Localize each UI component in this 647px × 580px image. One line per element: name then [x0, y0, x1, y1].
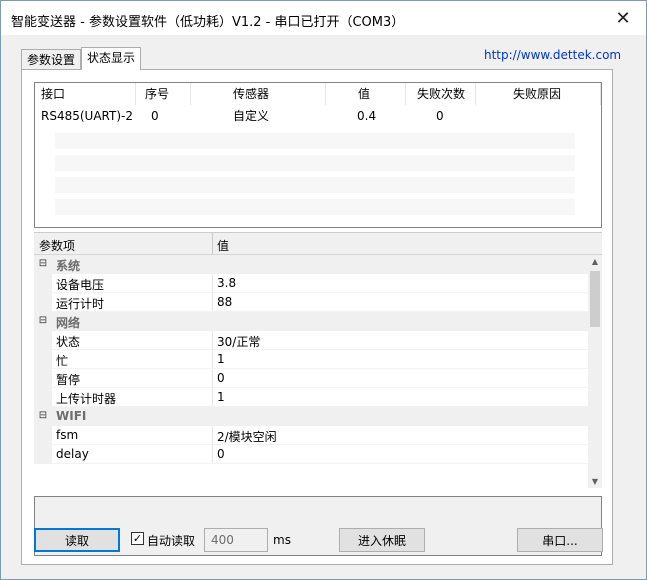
property-grid-scrollbar[interactable]: ▲ ▼	[588, 255, 602, 488]
tab-status-display[interactable]: 状态显示	[81, 47, 142, 70]
property-row[interactable]: 运行计时 88	[34, 293, 588, 312]
col-sensor[interactable]: 传感器	[233, 83, 269, 105]
tab-param-settings[interactable]: 参数设置	[21, 49, 82, 71]
property-row[interactable]: 设备电压 3.8	[34, 274, 588, 293]
collapse-icon[interactable]: ⊟	[38, 316, 48, 326]
auto-read-label[interactable]: 自动读取	[147, 532, 195, 549]
category-name: WIFI	[56, 409, 87, 423]
category-name: 网络	[56, 316, 81, 330]
property-row[interactable]: 状态 30/正常	[34, 331, 588, 350]
category-name: 系统	[56, 259, 81, 273]
property-grid: 参数项 值 ⊟ 系统 设备电压 3.8 运行计时 88 ⊟ 网络 状态 30/正…	[34, 232, 602, 488]
header-param-item: 参数项	[39, 239, 76, 253]
property-name: 上传计时器	[56, 392, 117, 406]
collapse-icon[interactable]: ⊟	[38, 259, 48, 269]
property-value: 2/模块空闲	[217, 430, 277, 444]
read-button[interactable]: 读取	[34, 528, 120, 552]
property-name: fsm	[56, 428, 79, 442]
cell-index: 0	[151, 109, 159, 123]
col-value[interactable]: 值	[358, 83, 370, 105]
scroll-thumb[interactable]	[590, 271, 600, 327]
property-name: 忙	[56, 354, 69, 368]
col-interface[interactable]: 接口	[41, 83, 65, 105]
read-interval-input[interactable]	[204, 528, 268, 552]
property-row[interactable]: 上传计时器 1	[34, 388, 588, 407]
property-row[interactable]: fsm 2/模块空闲	[34, 426, 588, 445]
property-value: 1	[217, 390, 225, 404]
property-name: 状态	[56, 335, 81, 349]
property-name: 设备电压	[56, 278, 105, 292]
property-grid-header: 参数项 值	[34, 233, 602, 255]
bottom-bar: 读取 ✓ 自动读取 ms 进入休眠 串口...	[1, 527, 646, 557]
property-value: 0	[217, 371, 225, 385]
cell-interface: RS485(UART)-2	[41, 109, 133, 123]
category-network[interactable]: ⊟ 网络	[34, 312, 588, 331]
client-area: 参数设置 状态显示 http://www.dettek.com 接口 序号 传感…	[1, 35, 646, 579]
col-index[interactable]: 序号	[145, 83, 169, 105]
close-icon: ✕	[615, 7, 631, 29]
app-window: 智能变送器 - 参数设置软件（低功耗）V1.2 - 串口已打开（COM3） ✕ …	[0, 0, 647, 580]
property-name: 暂停	[56, 373, 81, 387]
property-row[interactable]: 暂停 0	[34, 369, 588, 388]
title-bar: 智能变送器 - 参数设置软件（低功耗）V1.2 - 串口已打开（COM3） ✕	[1, 1, 646, 35]
cell-value: 0.4	[357, 109, 377, 123]
sensor-table-header: 接口 序号 传感器 值 失败次数 失败原因	[35, 83, 601, 105]
col-fail-count[interactable]: 失败次数	[417, 83, 465, 105]
header-value: 值	[217, 239, 230, 253]
property-row[interactable]: delay 0	[34, 445, 588, 464]
cell-fail-count: 0	[436, 109, 444, 123]
table-empty-area	[35, 127, 601, 227]
interval-unit: ms	[273, 533, 291, 547]
category-wifi[interactable]: ⊟ WIFI	[34, 407, 588, 426]
collapse-icon[interactable]: ⊟	[38, 411, 48, 421]
scroll-up-icon[interactable]: ▲	[588, 255, 602, 269]
auto-read-checkbox[interactable]: ✓	[131, 532, 144, 545]
sensor-table[interactable]: 接口 序号 传感器 值 失败次数 失败原因 RS485(UART)-2 0 自定…	[34, 82, 602, 228]
property-value: 30/正常	[217, 335, 261, 349]
property-name: delay	[56, 447, 89, 461]
property-value: 3.8	[217, 276, 237, 290]
property-value: 1	[217, 352, 225, 366]
cell-sensor: 自定义	[233, 109, 270, 123]
property-value: 88	[217, 295, 233, 309]
tab-strip: 参数设置 状态显示	[21, 47, 142, 71]
col-fail-reason[interactable]: 失败原因	[513, 83, 561, 105]
serial-port-button[interactable]: 串口...	[517, 528, 603, 552]
table-row[interactable]: RS485(UART)-2 0 自定义 0.4 0	[35, 105, 601, 127]
status-panel: 接口 序号 传感器 值 失败次数 失败原因 RS485(UART)-2 0 自定…	[21, 69, 613, 565]
close-button[interactable]: ✕	[600, 1, 646, 35]
window-title: 智能变送器 - 参数设置软件（低功耗）V1.2 - 串口已打开（COM3）	[11, 15, 405, 30]
property-grid-body: ⊟ 系统 设备电压 3.8 运行计时 88 ⊟ 网络 状态 30/正常 忙 1 …	[34, 255, 588, 488]
website-link[interactable]: http://www.dettek.com	[484, 48, 621, 62]
category-system[interactable]: ⊟ 系统	[34, 255, 588, 274]
property-row[interactable]: 忙 1	[34, 350, 588, 369]
property-value: 0	[217, 447, 225, 461]
sleep-button[interactable]: 进入休眠	[339, 528, 425, 552]
property-name: 运行计时	[56, 297, 105, 311]
scroll-down-icon[interactable]: ▼	[588, 475, 602, 488]
